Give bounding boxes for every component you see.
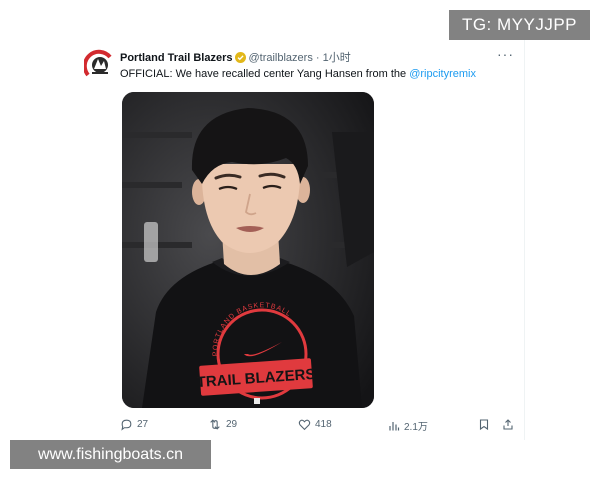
watermark-top: TG: MYYJJPP bbox=[449, 10, 590, 40]
tweet-text: OFFICIAL: We have recalled center Yang H… bbox=[120, 67, 476, 82]
repost-count: 29 bbox=[226, 419, 238, 430]
mention-link[interactable]: @ripcityremix bbox=[409, 68, 476, 80]
watermark-bottom: www.fishingboats.cn bbox=[10, 440, 211, 469]
bookmark-button[interactable] bbox=[478, 418, 490, 431]
author-name[interactable]: Portland Trail Blazers bbox=[120, 52, 232, 64]
tweet-text-body: OFFICIAL: We have recalled center Yang H… bbox=[120, 68, 410, 80]
share-button[interactable] bbox=[502, 418, 514, 431]
views-button[interactable]: 2.1万 bbox=[388, 418, 428, 433]
verified-badge-icon bbox=[235, 52, 247, 67]
like-button[interactable]: 418 bbox=[298, 418, 332, 431]
author-line: Portland Trail Blazers @trailblazers · 1小… bbox=[120, 51, 351, 67]
views-icon bbox=[389, 421, 400, 430]
bookmark-icon bbox=[479, 419, 489, 431]
repost-icon bbox=[210, 419, 220, 430]
tweet-photo[interactable]: PORTLAND BASKETBALL TRAIL BLAZERS bbox=[122, 92, 374, 408]
views-count: 2.1万 bbox=[404, 422, 428, 433]
more-options-icon[interactable]: ··· bbox=[497, 46, 514, 62]
post-time[interactable]: 1小时 bbox=[323, 52, 351, 64]
repost-button[interactable]: 29 bbox=[208, 418, 237, 431]
share-icon bbox=[503, 419, 513, 430]
reply-button[interactable]: 27 bbox=[120, 418, 148, 431]
tweet-card[interactable]: Portland Trail Blazers @trailblazers · 1小… bbox=[76, 40, 525, 440]
avatar[interactable] bbox=[84, 49, 114, 79]
reply-count: 27 bbox=[137, 419, 149, 430]
team-logo-icon bbox=[84, 49, 112, 77]
like-count: 418 bbox=[315, 419, 332, 430]
like-icon bbox=[298, 419, 311, 431]
separator-dot: · bbox=[315, 52, 320, 64]
author-handle[interactable]: @trailblazers bbox=[248, 52, 312, 64]
reply-icon bbox=[121, 419, 132, 431]
action-bar: 27 29 418 2.1万 bbox=[120, 418, 520, 434]
photo-illustration: PORTLAND BASKETBALL TRAIL BLAZERS bbox=[122, 92, 374, 408]
